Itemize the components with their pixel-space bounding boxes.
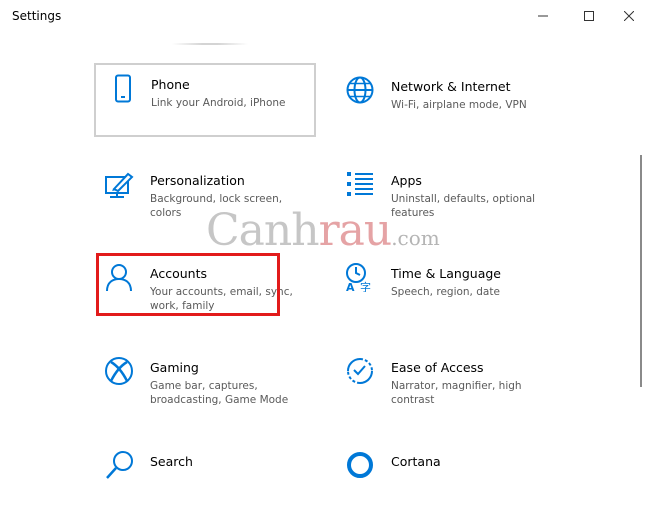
close-button[interactable] <box>606 0 650 32</box>
tile-description: Game bar, captures, broadcasting, Game M… <box>150 380 289 406</box>
xbox-icon <box>105 357 133 385</box>
settings-tile-network[interactable]: Network & Internet Wi-Fi, airplane mode,… <box>335 65 557 141</box>
globe-icon <box>346 76 374 104</box>
settings-tile-ease-of-access[interactable]: Ease of Access Narrator, magnifier, high… <box>335 346 557 422</box>
svg-text:字: 字 <box>360 280 371 292</box>
watermark-part-1: Canh <box>206 205 320 256</box>
maximize-icon <box>584 11 594 21</box>
tile-name: Apps <box>391 173 422 188</box>
search-icon <box>106 451 133 479</box>
watermark-part-3: .com <box>391 226 440 250</box>
tile-name: Search <box>150 454 193 469</box>
minimize-button[interactable] <box>520 0 566 32</box>
tile-description: Link your Android, iPhone <box>151 97 286 109</box>
language-time-icon: A 字 <box>346 263 371 292</box>
apps-list-icon <box>347 172 373 196</box>
watermark: Canhrau.com <box>206 206 440 263</box>
svg-text:A: A <box>346 281 355 292</box>
settings-tile-time-language[interactable]: A 字 Time & Language Speech, region, date <box>335 252 557 328</box>
tile-name: Ease of Access <box>391 360 484 375</box>
watermark-part-2: rau <box>318 205 393 256</box>
tile-description: Narrator, magnifier, high contrast <box>391 380 522 406</box>
close-icon <box>624 11 634 21</box>
settings-tile-gaming[interactable]: Gaming Game bar, captures, broadcasting,… <box>94 346 316 422</box>
settings-tile-cortana[interactable]: Cortana <box>335 440 557 516</box>
ease-of-access-icon <box>347 358 373 384</box>
phone-icon <box>115 74 131 103</box>
scroll-fade-divider <box>172 43 248 45</box>
tile-name: Time & Language <box>391 266 501 281</box>
tile-name: Personalization <box>150 173 245 188</box>
tile-name: Cortana <box>391 454 441 469</box>
settings-tile-search[interactable]: Search <box>94 440 316 516</box>
scrollbar[interactable] <box>640 155 642 387</box>
tile-name: Network & Internet <box>391 79 511 94</box>
tile-description: Wi-Fi, airplane mode, VPN <box>391 99 527 111</box>
cortana-icon <box>347 452 373 478</box>
paint-icon <box>105 172 134 198</box>
tile-description: Speech, region, date <box>391 286 500 298</box>
title-bar: Settings <box>0 0 650 32</box>
tile-name: Phone <box>151 77 190 92</box>
minimize-icon <box>538 15 548 17</box>
settings-tile-phone[interactable]: Phone Link your Android, iPhone <box>94 63 316 137</box>
window-title: Settings <box>12 9 62 23</box>
tile-name: Gaming <box>150 360 199 375</box>
